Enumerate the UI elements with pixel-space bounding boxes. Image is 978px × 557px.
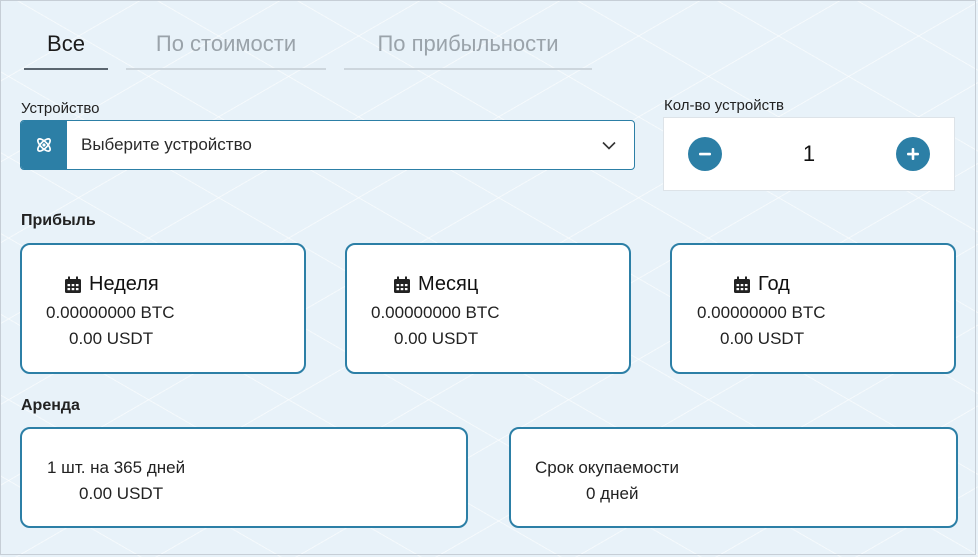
quantity-label: Кол-во устройств bbox=[664, 97, 784, 114]
payback-card: Срок окупаемости 0 дней bbox=[509, 427, 958, 528]
device-select[interactable]: Выберите устройство bbox=[20, 120, 635, 170]
decrement-button[interactable] bbox=[688, 137, 722, 171]
period-label: Год bbox=[758, 273, 790, 295]
calendar-icon bbox=[394, 276, 410, 293]
period-label: Месяц bbox=[418, 273, 479, 295]
minus-icon bbox=[699, 152, 711, 156]
rent-price: 0.00 USDT bbox=[79, 484, 164, 503]
tab-all[interactable]: Все bbox=[24, 20, 108, 70]
tab-by-profit[interactable]: По прибыльности bbox=[344, 20, 592, 70]
tab-bar: Все По стоимости По прибыльности bbox=[24, 20, 592, 70]
usdt-value: 0.00 USDT bbox=[720, 329, 805, 348]
card-title: Год bbox=[732, 273, 790, 296]
btc-value: 0.00000000 BTC bbox=[46, 303, 175, 322]
profit-card-month: Месяц 0.00000000 BTC 0.00 USDT bbox=[345, 243, 631, 374]
calendar-icon bbox=[65, 276, 81, 293]
payback-value: 0 дней bbox=[586, 484, 639, 503]
usdt-value: 0.00 USDT bbox=[69, 329, 154, 348]
usdt-value: 0.00 USDT bbox=[394, 329, 479, 348]
btc-value: 0.00000000 BTC bbox=[371, 303, 500, 322]
quantity-value[interactable]: 1 bbox=[803, 141, 815, 167]
increment-button[interactable] bbox=[896, 137, 930, 171]
chevron-down-icon bbox=[602, 141, 616, 150]
rent-card: 1 шт. на 365 дней 0.00 USDT bbox=[20, 427, 468, 528]
rent-term: 1 шт. на 365 дней bbox=[47, 458, 186, 477]
device-select-value: Выберите устройство bbox=[81, 135, 252, 154]
profit-heading: Прибыль bbox=[21, 212, 96, 229]
card-title: Неделя bbox=[63, 273, 159, 296]
period-label: Неделя bbox=[89, 273, 159, 295]
tab-by-cost[interactable]: По стоимости bbox=[126, 20, 326, 70]
card-title: Месяц bbox=[392, 273, 478, 296]
payback-label: Срок окупаемости bbox=[535, 458, 679, 477]
device-label: Устройство bbox=[21, 100, 100, 117]
plus-icon bbox=[907, 148, 919, 160]
profit-card-week: Неделя 0.00000000 BTC 0.00 USDT bbox=[20, 243, 306, 374]
calendar-icon bbox=[734, 276, 750, 293]
btc-value: 0.00000000 BTC bbox=[697, 303, 826, 322]
rent-heading: Аренда bbox=[21, 397, 80, 414]
profit-card-year: Год 0.00000000 BTC 0.00 USDT bbox=[670, 243, 956, 374]
quantity-stepper: 1 bbox=[663, 117, 955, 191]
atom-icon bbox=[21, 121, 67, 169]
